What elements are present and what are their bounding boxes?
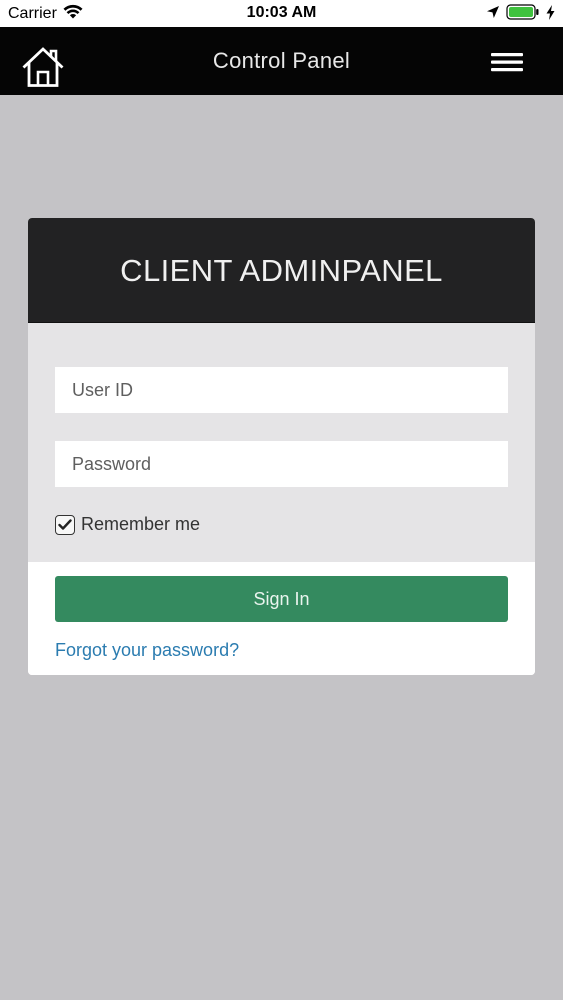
user-id-input[interactable] — [55, 367, 508, 413]
status-time: 10:03 AM — [246, 4, 317, 21]
location-arrow-icon — [486, 5, 500, 24]
status-bar: Carrier 10:03 AM — [0, 0, 563, 27]
login-title: CLIENT ADMINPANEL — [120, 253, 443, 288]
menu-button[interactable] — [491, 51, 523, 75]
password-input[interactable] — [55, 441, 508, 487]
login-actions: Sign In Forgot your password? — [28, 562, 535, 675]
login-card: CLIENT ADMINPANEL Remember me Sign In Fo… — [28, 218, 535, 675]
login-card-header: CLIENT ADMINPANEL — [28, 218, 535, 323]
status-right — [486, 4, 555, 25]
login-form: Remember me — [28, 323, 535, 562]
battery-icon — [506, 4, 540, 25]
hamburger-menu-icon — [491, 53, 523, 72]
nav-bar: Control Panel — [0, 27, 563, 95]
remember-me-label: Remember me — [81, 514, 201, 534]
page-title: Control Panel — [212, 48, 351, 73]
sign-in-button[interactable]: Sign In — [55, 576, 508, 622]
checkmark-icon — [58, 518, 72, 530]
forgot-password-link[interactable]: Forgot your password? — [55, 640, 239, 661]
remember-me-toggle[interactable]: Remember me — [55, 514, 200, 535]
remember-me-checkbox[interactable] — [55, 514, 75, 535]
charging-bolt-icon — [546, 4, 555, 25]
